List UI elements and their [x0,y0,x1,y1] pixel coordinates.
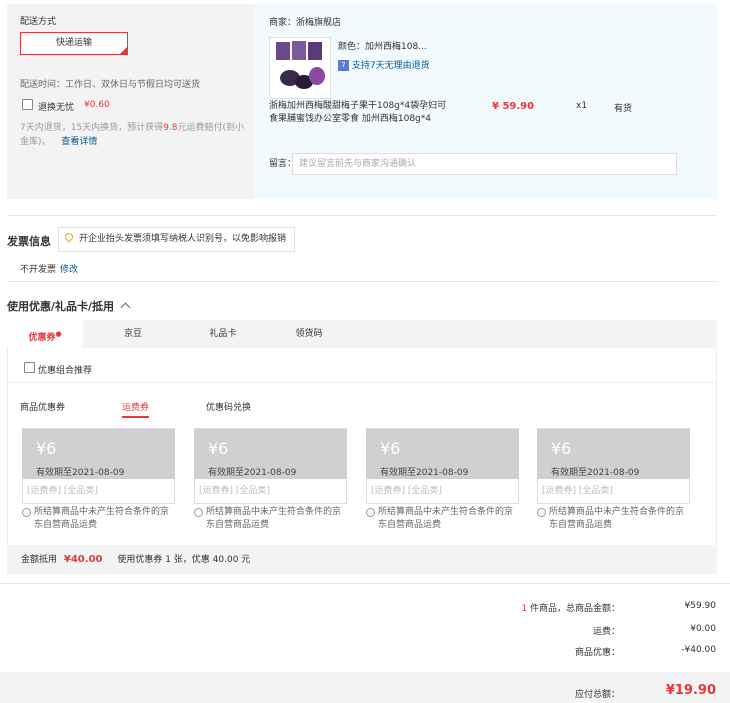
subtab-product-coupon[interactable]: 商品优惠券 [20,400,65,413]
insurance-price: ¥0.60 [84,100,110,110]
coupon-amount: ¥6 [380,439,401,458]
coupon-card[interactable]: ¥6 有效期至2021-08-09 [运费券] [全品类] [537,428,690,504]
coupon-radio[interactable] [22,508,31,517]
check-icon: ✓ [122,41,127,47]
product-price: ¥ 59.90 [492,101,535,112]
payable-bar [0,672,730,703]
divider [7,382,717,383]
goods-count-row: 1 件商品，总商品金额： [521,601,620,614]
coupon-tags: [运费券] [全品类] [366,479,519,504]
divider [0,583,730,584]
divider [7,215,717,216]
coupon-amount: ¥6 [551,439,572,458]
coupons-title[interactable]: 使用优惠/礼品卡/抵用 [7,298,131,314]
coupon-tabs: 优惠券● 京豆 礼品卡 领货码 [7,320,717,348]
tab-pickup-code[interactable]: 领货码 [279,320,339,348]
insurance-refund-amount: 9.8 [163,123,178,133]
coupon-radio[interactable] [366,508,375,517]
product-image[interactable] [269,37,331,99]
chevron-up-icon [120,302,131,313]
coupon-expiry: 有效期至2021-08-09 [380,468,469,478]
freight-label: 运费： [592,627,620,637]
coupon-note: 所结算商品中未产生符合条件的京 东自营商品运费 [378,507,514,530]
shipping-title: 配送方式 [20,17,57,27]
discount-label: 商品优惠： [574,648,620,658]
return-support-text: 支持7天无理由退货 [351,61,430,71]
coupon-expiry: 有效期至2021-08-09 [36,468,125,478]
subtab-freight-coupon[interactable]: 运费券 [122,400,150,418]
coupon-expiry: 有效期至2021-08-09 [208,468,297,478]
product-name[interactable]: 浙梅加州西梅酸甜梅子果干108g*4袋孕妇可 食果脯蜜饯办公室零食 加州西梅108… [269,100,459,126]
coupon-tags: [运费券] [全品类] [537,479,690,504]
delivery-time: 配送时间：工作日、双休日与节假日均可送货 [20,80,201,90]
seven-day-return-icon: 7 [338,60,349,71]
tab-coupon[interactable]: 优惠券● [7,320,83,348]
product-stock: 有货 [614,104,633,114]
coupon-sum-desc: 使用优惠券 1 张，优惠 40.00 元 [117,555,251,565]
insurance-checkbox[interactable] [22,99,33,110]
coupon-card[interactable]: ¥6 有效期至2021-08-09 [运费券] [全品类] [22,428,175,504]
coupon-amount: ¥6 [208,439,229,458]
goods-amount: ¥59.90 [684,601,717,611]
coupon-note: 所结算商品中未产生符合条件的京 东自营商品运费 [206,507,342,530]
payable-value: ¥19.90 [665,683,716,698]
goods-count-label: 件商品，总商品金额： [529,604,620,614]
coupon-expiry: 有效期至2021-08-09 [551,468,640,478]
invoice-tip: 开企业抬头发票须填写纳税人识别号，以免影响报销 [58,227,295,252]
subtab-code-redeem[interactable]: 优惠码兑换 [206,400,251,413]
shipping-method-button[interactable]: 快递运输 ✓ [20,32,128,55]
invoice-edit-link[interactable]: 修改 [60,262,78,275]
product-thumbnail-icon [276,41,325,89]
combo-checkbox[interactable] [24,362,35,373]
tab-gift-card[interactable]: 礼品卡 [193,320,253,348]
coupon-card[interactable]: ¥6 有效期至2021-08-09 [运费券] [全品类] [366,428,519,504]
invoice-status: 不开发票 [20,265,57,275]
insurance-desc: 7天内退货，15天内换货，预计获得9.8元运费赔付(到小 金库)。 查看详情 [20,123,245,147]
coupon-tags: [运费券] [全品类] [22,479,175,504]
return-support: 7 支持7天无理由退货 [338,58,430,71]
coupon-summary: 金额抵用 ¥40.00 使用优惠券 1 张，优惠 40.00 元 [7,545,717,574]
divider [7,281,717,282]
coupon-sum-label: 金额抵用 [21,555,58,565]
coupon-card[interactable]: ¥6 有效期至2021-08-09 [运费券] [全品类] [194,428,347,504]
coupon-note: 所结算商品中未产生符合条件的京 东自营商品运费 [34,507,170,530]
tab-jingdou[interactable]: 京豆 [103,320,163,348]
insurance-detail-link[interactable]: 查看详情 [61,137,97,147]
payable-label: 应付总额： [574,690,620,700]
coupon-amount: ¥6 [36,439,57,458]
location-pin-icon [63,231,75,243]
coupon-radio[interactable] [537,508,546,517]
coupon-tags: [运费券] [全品类] [194,479,347,504]
coupon-radio[interactable] [194,508,203,517]
goods-count: 1 [521,604,528,614]
coupon-note: 所结算商品中未产生符合条件的京 东自营商品运费 [549,507,685,530]
invoice-title: 发票信息 [7,235,51,248]
combo-label: 优惠组合推荐 [38,366,93,376]
product-color: 颜色：加州西梅108... [338,42,427,52]
product-qty: x1 [576,101,588,111]
store-name: 商家：浙梅旗舰店 [269,18,342,28]
shipping-method-label: 快递运输 [55,38,92,48]
discount-value: -¥40.00 [681,645,716,655]
insurance-label: 退换无忧 [38,103,75,113]
freight-value: ¥0.00 [690,624,716,634]
coupon-sum-value: ¥40.00 [63,554,103,565]
remark-input[interactable]: 建议留言前先与商家沟通确认 [292,153,677,175]
